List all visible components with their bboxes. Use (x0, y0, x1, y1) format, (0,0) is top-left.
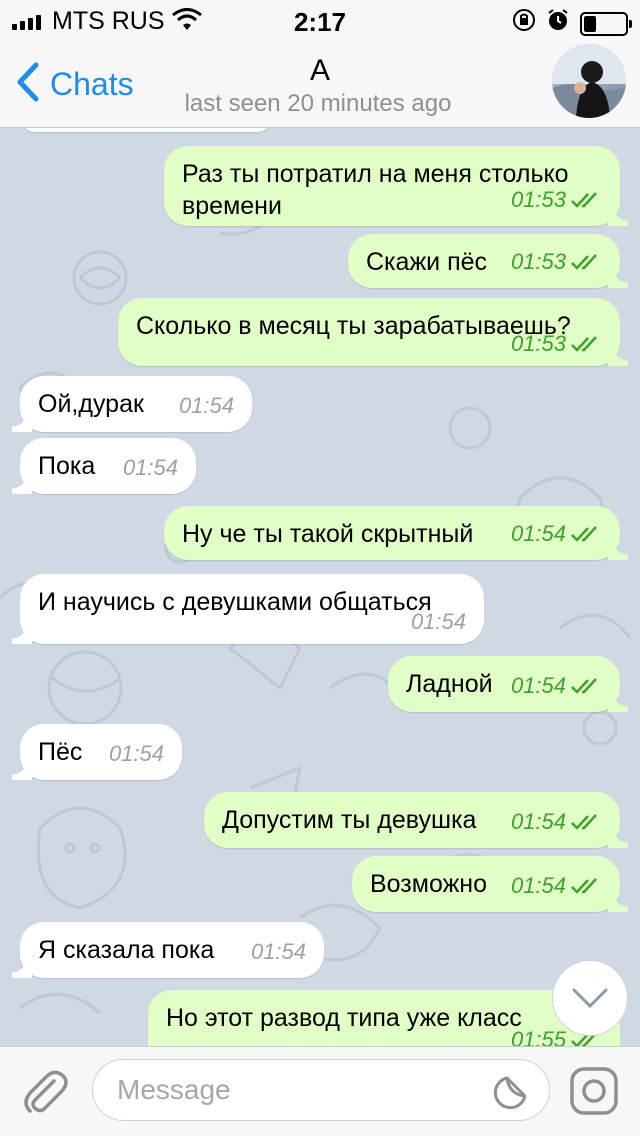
sticker-icon (493, 1076, 527, 1110)
message-time: 01:54 (178, 393, 234, 418)
double-check-icon (571, 336, 597, 352)
attach-button[interactable] (18, 1065, 70, 1122)
message-text: Ой,дурак (38, 390, 144, 418)
contact-name[interactable]: A (0, 54, 640, 88)
double-check-icon (571, 678, 597, 694)
message-meta: 01:54 (109, 738, 164, 770)
double-check-icon (571, 526, 597, 542)
message-bubble-outgoing[interactable]: Но этот развод типа уже класс 01:55 (148, 990, 620, 1046)
message-bubble-incoming[interactable]: Я сказала пока 01:54 (12, 922, 324, 978)
message-text: Пока (38, 452, 96, 480)
message-meta: 01:54 (411, 606, 466, 638)
message-meta: 01:53 (511, 184, 602, 216)
chat-header: Chats A last seen 20 minutes ago (0, 40, 640, 128)
message-time: 01:53 (510, 249, 566, 274)
message-bubble-outgoing[interactable]: Возможно 01:54 (352, 856, 628, 912)
message-bubble-outgoing[interactable]: Допустим ты девушка 01:54 (204, 792, 628, 848)
rotation-lock-icon (512, 8, 536, 39)
message-time: 01:54 (510, 873, 566, 898)
message-meta: 01:53 (511, 246, 602, 278)
message-bubble-incoming[interactable]: Пёс 01:54 (12, 724, 182, 780)
message-text: Возможно (370, 870, 488, 898)
battery-level (584, 15, 596, 32)
message-text: И научись с девушками общаться (38, 588, 432, 616)
message-bubble-incoming[interactable]: Пока 01:54 (12, 438, 196, 494)
message-meta: 01:54 (511, 806, 602, 838)
camera-button[interactable] (568, 1065, 620, 1122)
message-text: Ну че ты такой скрытный (182, 520, 474, 548)
message-bubble-outgoing[interactable]: Ну че ты такой скрытный 01:54 (164, 506, 628, 560)
message-bubble-outgoing[interactable]: Скажи пёс 01:53 (348, 234, 628, 288)
message-bubble-outgoing[interactable]: Сколько в месяц ты зарабатываешь? 01:53 (118, 298, 628, 366)
message-list[interactable]: Раз ты потратил на меня столько времени … (0, 128, 640, 1046)
chevron-down-icon (572, 988, 608, 1009)
message-meta: 01:54 (511, 670, 602, 702)
double-check-icon (571, 814, 597, 830)
message-bubble-incoming[interactable]: И научись с девушками общаться 01:54 (12, 574, 484, 644)
double-check-icon (571, 254, 597, 270)
message-meta: 01:54 (511, 518, 602, 550)
double-check-icon (571, 192, 597, 208)
message-bubble-outgoing[interactable]: Раз ты потратил на меня столько времени … (164, 146, 628, 226)
camera-icon (570, 1067, 618, 1115)
message-text: Ладной (406, 670, 493, 698)
message-text: Скажи пёс (366, 248, 488, 276)
message-time: 01:54 (250, 939, 306, 964)
avatar[interactable] (552, 44, 626, 118)
message-time: 01:54 (510, 673, 566, 698)
message-meta: 01:54 (511, 870, 602, 902)
message-time: 01:54 (410, 609, 466, 634)
message-input[interactable] (117, 1068, 497, 1112)
sticker-button[interactable] (491, 1072, 531, 1117)
message-meta: 01:54 (123, 452, 178, 484)
scroll-to-bottom-button[interactable] (552, 960, 628, 1036)
status-bar: MTS RUS 2:17 (0, 0, 640, 40)
message-time: 01:54 (510, 521, 566, 546)
message-bubble-incoming[interactable]: Ой,дурак 01:54 (12, 376, 252, 432)
message-time: 01:54 (510, 809, 566, 834)
message-meta: 01:53 (511, 328, 602, 360)
message-time: 01:54 (108, 741, 164, 766)
paperclip-icon (24, 1070, 68, 1113)
battery-icon (580, 11, 632, 36)
message-bubble-partial[interactable] (20, 128, 272, 132)
double-check-icon (571, 878, 597, 894)
message-meta: 01:54 (251, 936, 306, 968)
alarm-icon (546, 8, 570, 39)
message-text: Я сказала пока (38, 936, 215, 964)
message-time: 01:53 (510, 187, 566, 212)
message-time: 01:55 (510, 1027, 566, 1046)
message-meta: 01:54 (179, 390, 234, 422)
message-text: Но этот развод типа уже класс (166, 1004, 522, 1032)
message-bubble-outgoing[interactable]: Ладной 01:54 (388, 656, 628, 712)
message-text: Сколько в месяц ты зарабатываешь? (136, 312, 571, 340)
composer (0, 1046, 640, 1136)
message-field[interactable] (92, 1059, 550, 1121)
last-seen-status: last seen 20 minutes ago (184, 90, 452, 117)
message-text: Допустим ты девушка (222, 806, 477, 834)
message-time: 01:54 (122, 455, 178, 480)
message-time: 01:53 (510, 331, 566, 356)
message-text: Пёс (38, 738, 83, 766)
